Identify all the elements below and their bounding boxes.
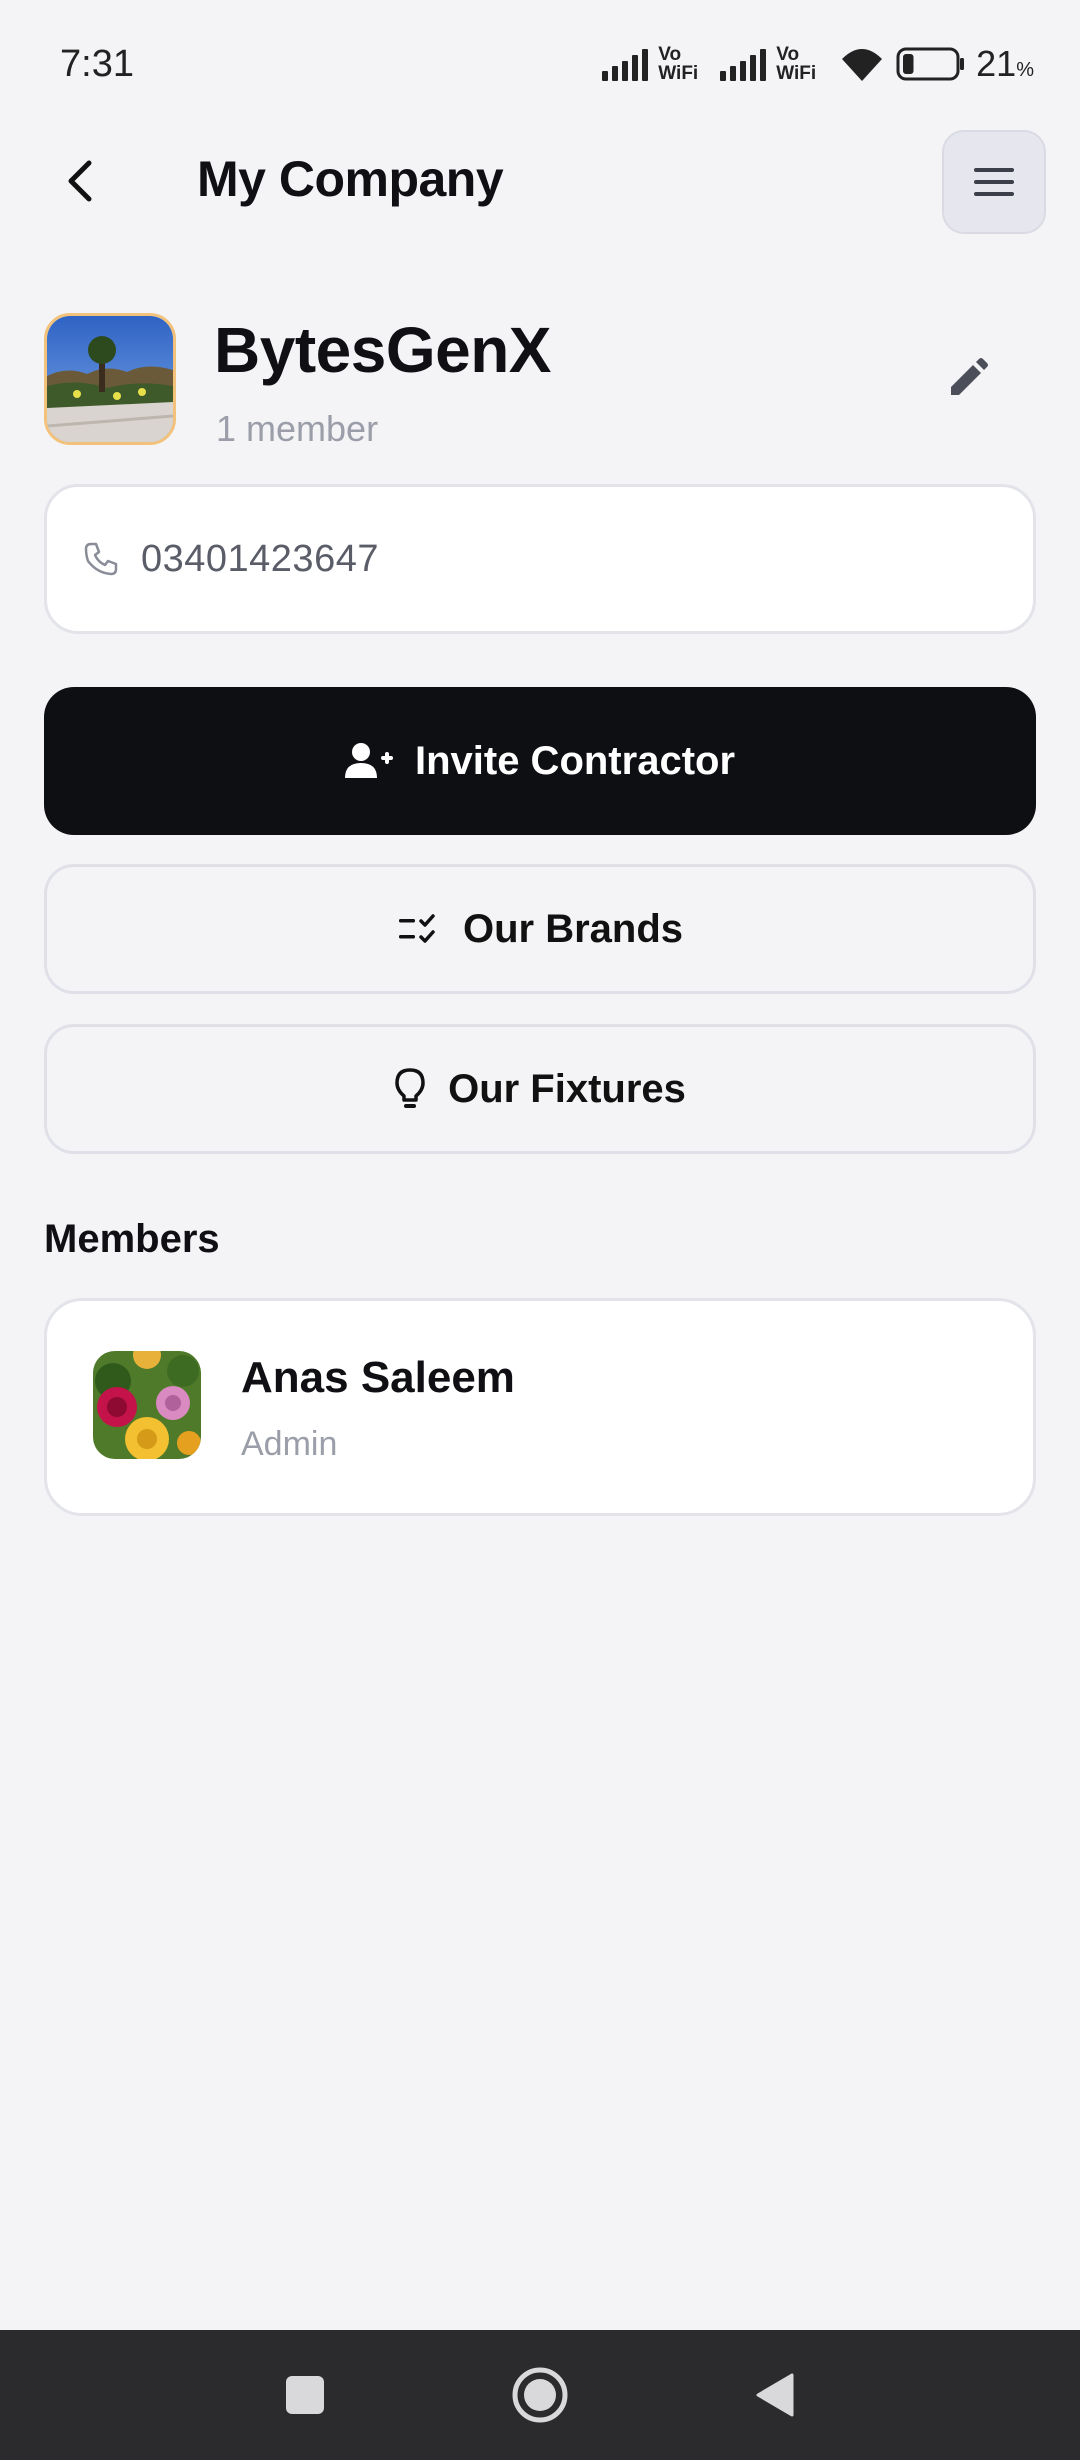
nav-back-button[interactable] [715,2330,835,2460]
battery-icon [896,47,965,81]
invite-contractor-button[interactable]: Invite Contractor [44,687,1036,835]
phone-field[interactable]: 03401423647 [44,484,1036,634]
member-photo [93,1351,201,1459]
system-nav-bar [0,2330,1080,2460]
status-bar: 7:31 Vo WiFi Vo WiFi 21% [0,0,1080,128]
member-role: Admin [241,1425,338,1463]
company-name: BytesGenX [214,314,551,386]
app-header: My Company [0,128,1080,234]
member-name: Anas Saleem [241,1353,515,1402]
member-card[interactable]: Anas Saleem Admin [44,1298,1036,1516]
menu-button[interactable] [942,130,1046,234]
list-check-icon [398,914,435,943]
pencil-icon [951,358,988,395]
wifi-icon [842,49,883,81]
our-brands-label: Our Brands [462,906,684,951]
recents-button[interactable] [245,2330,365,2460]
triangle-back-icon [756,2373,794,2417]
status-time: 7:31 [60,42,134,85]
chevron-left-icon [68,160,92,202]
edit-company-button[interactable] [934,344,1002,412]
phone-number: 03401423647 [141,537,379,580]
vowifi-label: Vo WiFi [658,44,699,84]
members-heading: Members [44,1217,220,1261]
our-fixtures-label: Our Fixtures [448,1066,686,1111]
back-button[interactable] [52,152,110,210]
battery-percentage: 21% [976,43,1034,84]
member-count: 1 member [216,408,379,449]
avatar [93,1351,201,1459]
hamburger-menu-icon [974,168,1014,196]
our-brands-button[interactable]: Our Brands [44,864,1036,994]
user-plus-icon [344,743,393,778]
page-title: My Company [197,151,504,207]
circle-icon [512,2367,568,2423]
status-icons: Vo WiFi Vo WiFi 21% [602,43,1034,85]
cellular-signal-icon [602,47,649,81]
lightbulb-icon [395,1068,425,1108]
our-fixtures-button[interactable]: Our Fixtures [44,1024,1036,1154]
company-avatar[interactable] [44,313,176,445]
phone-icon [84,542,118,576]
vowifi-label: Vo WiFi [776,44,817,84]
invite-contractor-label: Invite Contractor [414,738,736,783]
home-button[interactable] [480,2330,600,2460]
cellular-signal-icon [720,47,767,81]
square-icon [286,2376,324,2414]
company-photo [47,316,173,442]
